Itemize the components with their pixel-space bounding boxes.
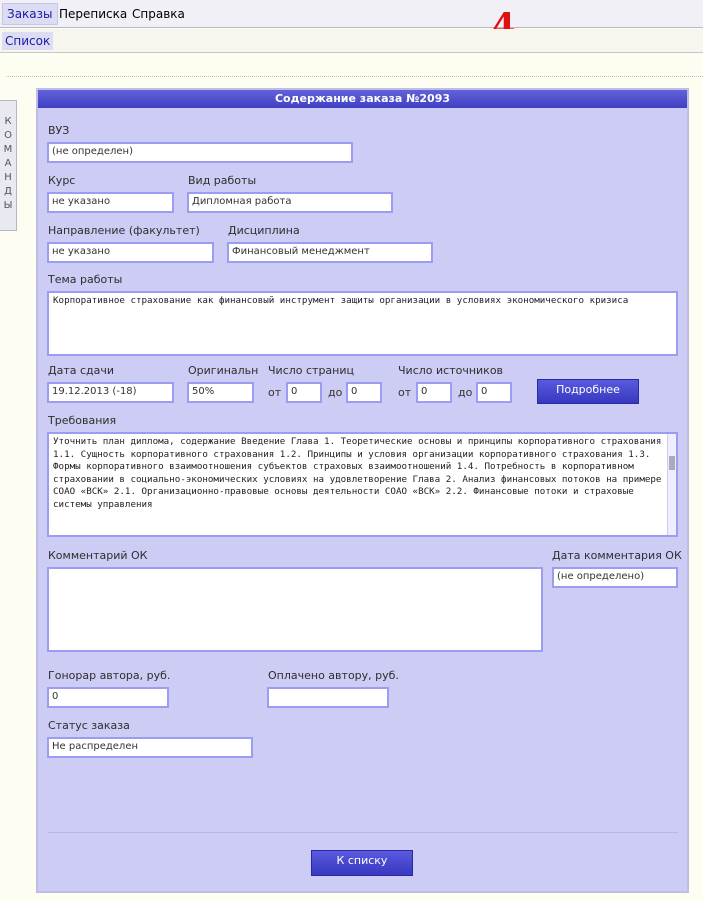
faculty-field[interactable]: не указано — [47, 242, 214, 263]
pages-label: Число страниц — [268, 364, 355, 377]
vuz-field[interactable]: (не определен) — [47, 142, 353, 163]
pages-from-label: от — [268, 386, 282, 399]
comment-textarea[interactable] — [47, 567, 543, 652]
pages-to-field[interactable]: 0 — [346, 382, 382, 403]
sources-from-field[interactable]: 0 — [416, 382, 452, 403]
menu-orders[interactable]: Заказы — [2, 3, 58, 25]
submenu-list[interactable]: Список — [2, 32, 54, 50]
divider — [6, 76, 703, 77]
originality-label: Оригинальность — [188, 364, 258, 377]
paid-field[interactable] — [267, 687, 389, 708]
details-button[interactable]: Подробнее — [537, 379, 639, 404]
commands-side-tab[interactable]: К О М А Н Д Ы — [0, 100, 17, 231]
sub-menu: Список — [0, 29, 703, 53]
course-label: Курс — [48, 174, 76, 187]
paid-label: Оплачено автору, руб. — [268, 669, 399, 682]
sources-from-label: от — [398, 386, 412, 399]
requirements-textarea[interactable]: Уточнить план диплома, содержание Введен… — [47, 432, 678, 537]
side-tab-letter: Ы — [3, 200, 13, 211]
comment-date-field[interactable]: (не определено) — [552, 567, 678, 588]
work-type-label: Вид работы — [188, 174, 257, 187]
faculty-label: Направление (факультет) — [48, 224, 200, 237]
discipline-label: Дисциплина — [228, 224, 300, 237]
discipline-field[interactable]: Финансовый менеджмент — [227, 242, 433, 263]
status-field[interactable]: Не распределен — [47, 737, 253, 758]
topic-label: Тема работы — [48, 273, 123, 286]
work-type-field[interactable]: Дипломная работа — [187, 192, 393, 213]
requirements-label: Требования — [48, 414, 117, 427]
form-divider — [48, 832, 678, 833]
vuz-label: ВУЗ — [48, 124, 70, 137]
fee-label: Гонорар автора, руб. — [48, 669, 171, 682]
sources-to-field[interactable]: 0 — [476, 382, 512, 403]
pages-from-field[interactable]: 0 — [286, 382, 322, 403]
side-tab-letter: А — [4, 158, 12, 169]
sources-label: Число источников — [398, 364, 504, 377]
sources-to-label: до — [458, 386, 473, 399]
requirements-text: Уточнить план диплома, содержание Введен… — [53, 436, 662, 510]
menu-messages[interactable]: Переписка — [55, 3, 131, 25]
side-tab-letter: О — [4, 130, 12, 141]
order-panel: Содержание заказа №2093 ВУЗ (не определе… — [36, 88, 689, 893]
top-menu: Заказы Переписка Справка — [0, 0, 703, 28]
originality-field[interactable]: 50% — [187, 382, 254, 403]
menu-help[interactable]: Справка — [128, 3, 189, 25]
due-date-label: Дата сдачи — [48, 364, 115, 377]
status-label: Статус заказа — [48, 719, 130, 732]
scrollbar-thumb[interactable] — [669, 456, 675, 470]
due-date-field[interactable]: 19.12.2013 (-18) — [47, 382, 174, 403]
side-tab-letter: М — [3, 144, 13, 155]
comment-label: Комментарий ОК — [48, 549, 148, 562]
fee-field[interactable]: 0 — [47, 687, 169, 708]
comment-date-label: Дата комментария ОК — [552, 549, 682, 562]
topic-textarea[interactable]: Корпоративное страхование как финансовый… — [47, 291, 678, 356]
side-tab-letter: Д — [4, 186, 12, 197]
pages-to-label: до — [328, 386, 343, 399]
side-tab-letter: К — [4, 116, 12, 127]
back-to-list-button[interactable]: К списку — [311, 850, 413, 876]
panel-title: Содержание заказа №2093 — [38, 90, 687, 108]
course-field[interactable]: не указано — [47, 192, 174, 213]
requirements-scrollbar[interactable] — [667, 434, 676, 535]
side-tab-letter: Н — [4, 172, 12, 183]
